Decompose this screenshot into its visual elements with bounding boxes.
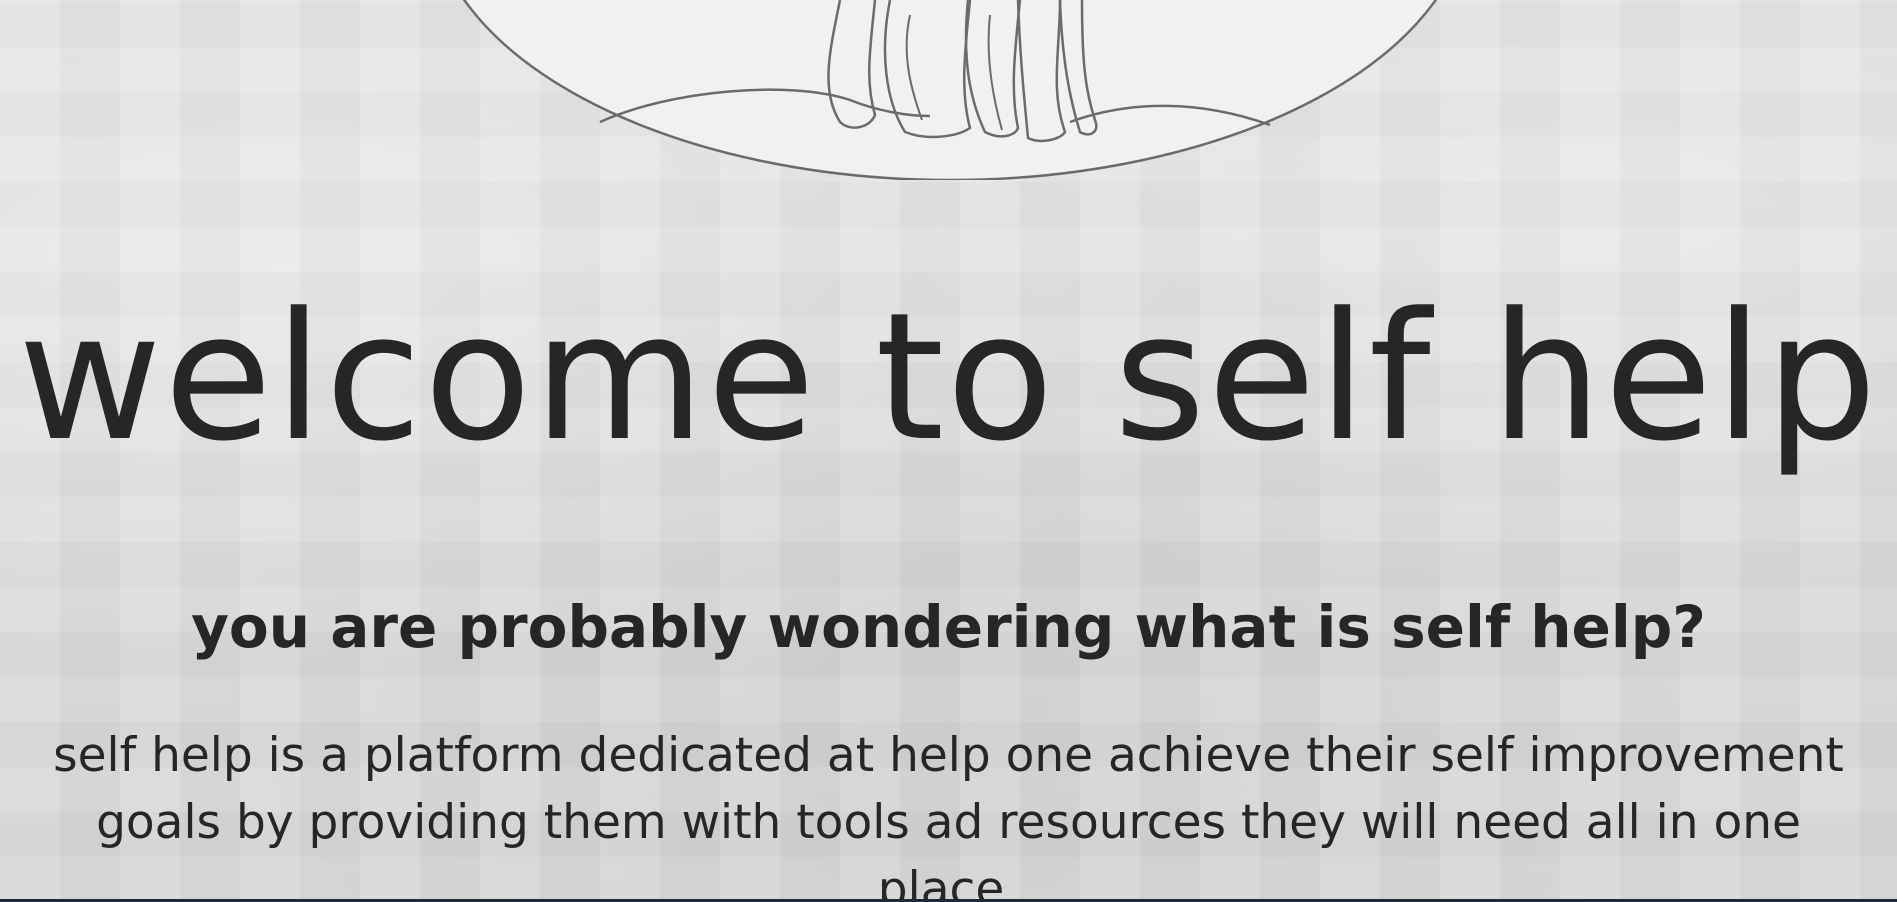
page-subtitle: you are probably wondering what is self …	[191, 593, 1706, 661]
page-title: welcome to self help	[17, 275, 1880, 480]
intro-paragraph: self help is a platform dedicated at hel…	[53, 728, 1844, 902]
logo-icon	[462, 0, 1438, 180]
